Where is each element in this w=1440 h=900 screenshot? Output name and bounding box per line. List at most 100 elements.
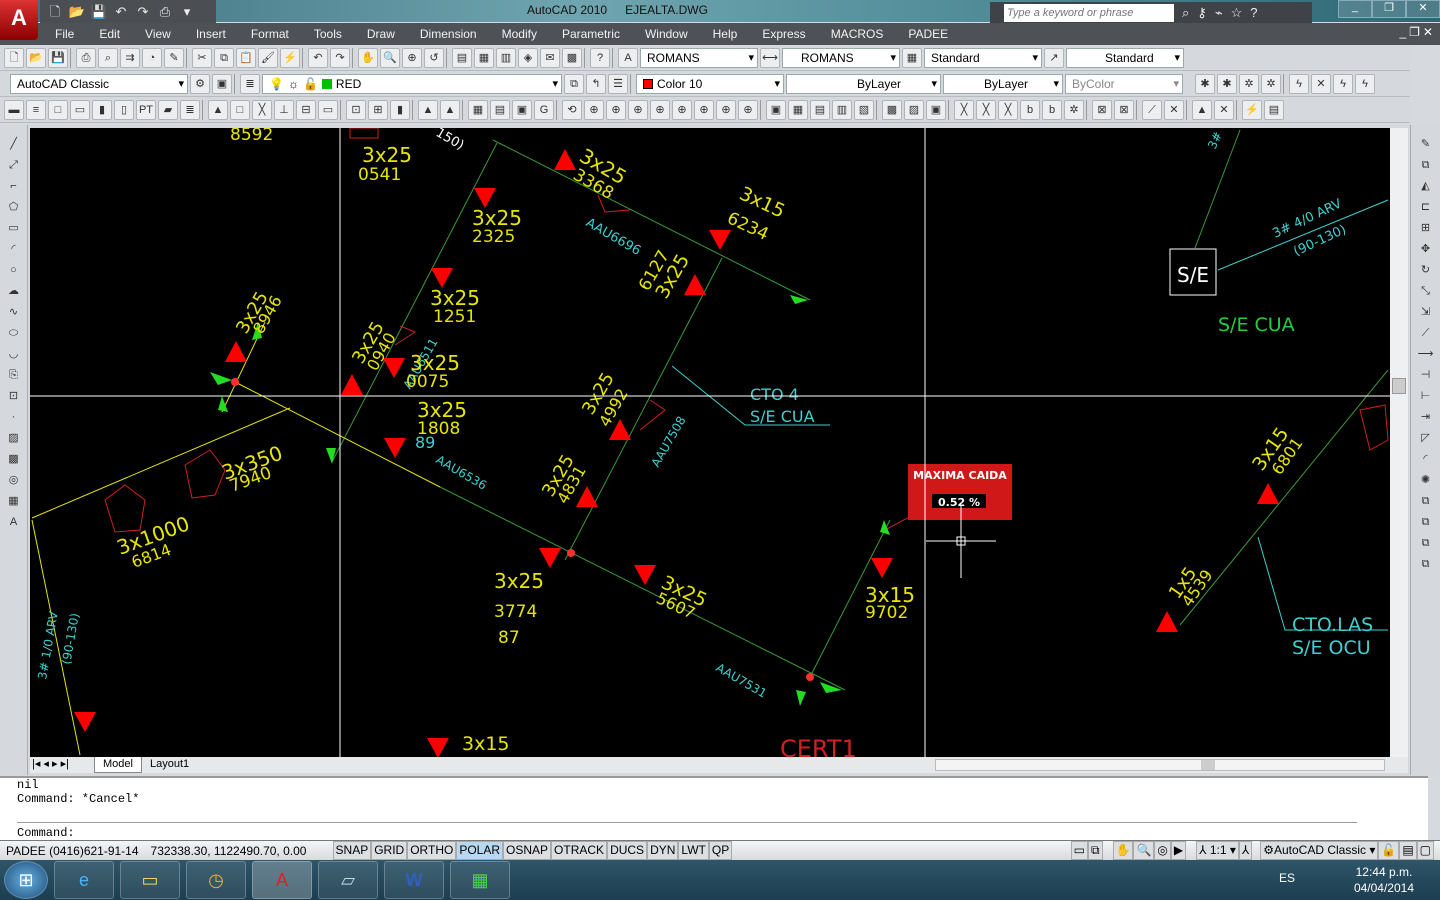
relay-b-icon[interactable]: ✕ bbox=[1311, 73, 1331, 94]
command-line-input[interactable]: Command: bbox=[17, 822, 1357, 840]
star-icon[interactable]: ☆ bbox=[1231, 5, 1243, 21]
toggle-ducs[interactable]: DUCS bbox=[607, 841, 648, 860]
block-c-icon[interactable]: ✲ bbox=[1239, 73, 1259, 94]
zoom-1-icon[interactable]: ⊕ bbox=[584, 99, 604, 120]
redo-icon[interactable]: ↷ bbox=[330, 47, 350, 68]
r3-25-icon[interactable]: ⟲ bbox=[562, 99, 582, 120]
file-explorer-icon[interactable]: ▭ bbox=[120, 861, 180, 899]
tab-navigation-arrows[interactable]: |◂ ◂ ▸ ▸| bbox=[32, 757, 69, 770]
menu-insert[interactable]: Insert bbox=[196, 27, 226, 41]
properties-icon[interactable]: ▤ bbox=[452, 47, 472, 68]
layer-freeze-icon[interactable]: ☼ bbox=[288, 75, 299, 93]
block-b-icon[interactable]: ✱ bbox=[1217, 73, 1237, 94]
workspace-settings-icon[interactable]: ⚙ bbox=[190, 73, 210, 94]
open-icon[interactable]: 📂 bbox=[26, 47, 46, 68]
relay-c-icon[interactable]: ϟ bbox=[1333, 73, 1353, 94]
print-icon[interactable]: ⎙ bbox=[156, 4, 174, 20]
pan-icon[interactable]: ✋ bbox=[1112, 841, 1134, 860]
trim-icon[interactable]: ⟋ bbox=[1416, 324, 1436, 343]
draworder-2-icon[interactable]: ⧉ bbox=[1416, 513, 1436, 532]
copy-icon[interactable]: ⧉ bbox=[214, 47, 234, 68]
rotate-icon[interactable]: ↻ bbox=[1416, 261, 1436, 280]
drawing-window-controls[interactable]: _❐✕ bbox=[1400, 25, 1437, 39]
zoom-7-icon[interactable]: ⊕ bbox=[716, 99, 736, 120]
r3-46-icon[interactable]: ⚡ bbox=[1242, 99, 1262, 120]
r3-18-icon[interactable]: ▮ bbox=[390, 99, 410, 120]
r3-41-icon[interactable]: ⊠ bbox=[1114, 99, 1134, 120]
annotation-scale[interactable]: ⅄ 1:1 ▾ bbox=[1196, 841, 1239, 860]
spline-icon[interactable]: ∿ bbox=[4, 303, 24, 322]
zoom-5-icon[interactable]: ⊕ bbox=[672, 99, 692, 120]
sheet-set-manager-icon[interactable]: ◈ bbox=[518, 47, 538, 68]
drawing-svg[interactable]: 85923x250541150)3x253368 3x156234AAU66963… bbox=[30, 128, 1390, 757]
r3-35-icon[interactable]: ╳ bbox=[976, 99, 996, 120]
redo-icon[interactable]: ↷ bbox=[134, 4, 152, 20]
menu-express[interactable]: Express bbox=[762, 27, 805, 41]
toggle-qp[interactable]: QP bbox=[708, 841, 733, 860]
r3-26-icon[interactable]: ▣ bbox=[766, 99, 786, 120]
menu-macros[interactable]: MACROS bbox=[831, 27, 884, 41]
zoom-4-icon[interactable]: ⊕ bbox=[650, 99, 670, 120]
mleader-style-icon[interactable]: ↗ bbox=[1044, 47, 1064, 68]
steering-wheel-icon[interactable]: ◎ bbox=[1154, 841, 1171, 860]
zoom-window-icon[interactable]: ⊕ bbox=[402, 47, 422, 68]
ellipse-icon[interactable]: ⬭ bbox=[4, 324, 24, 343]
r3-30-icon[interactable]: ▧ bbox=[854, 99, 874, 120]
break-at-point-icon[interactable]: ⊣ bbox=[1416, 366, 1436, 385]
r3-5-icon[interactable]: ▮ bbox=[92, 99, 112, 120]
r3-27-icon[interactable]: ▦ bbox=[788, 99, 808, 120]
zoom-3-icon[interactable]: ⊕ bbox=[628, 99, 648, 120]
new-icon[interactable]: 🗋 bbox=[46, 4, 64, 20]
r3-33-icon[interactable]: ▣ bbox=[926, 99, 946, 120]
region-icon[interactable]: ◎ bbox=[4, 471, 24, 490]
clean-screen-icon[interactable]: ▣ bbox=[212, 73, 232, 94]
publish-icon[interactable]: ⇉ bbox=[120, 47, 140, 68]
construction-line-icon[interactable]: ⤢ bbox=[4, 156, 24, 175]
r3-3-icon[interactable]: □ bbox=[48, 99, 68, 120]
tool-palettes-icon[interactable]: ▥ bbox=[496, 47, 516, 68]
r3-2-icon[interactable]: ≡ bbox=[26, 99, 46, 120]
color-combo[interactable]: Color 10 bbox=[636, 73, 784, 94]
hatch-icon[interactable]: ▨ bbox=[4, 429, 24, 448]
mleader-style-combo[interactable]: Standard bbox=[1066, 47, 1184, 68]
match-properties-icon[interactable]: 🖌 bbox=[258, 47, 278, 68]
toggle-lwt[interactable]: LWT bbox=[678, 841, 709, 860]
point-icon[interactable]: · bbox=[4, 408, 24, 427]
table-icon[interactable]: ▦ bbox=[4, 492, 24, 511]
dim-style-icon[interactable]: ⟷ bbox=[760, 47, 780, 68]
multiline-text-icon[interactable]: A bbox=[4, 513, 24, 532]
markup-icon[interactable]: ✉ bbox=[540, 47, 560, 68]
move-icon[interactable]: ✥ bbox=[1416, 240, 1436, 259]
annotation-visibility-icon[interactable]: ⅄ bbox=[1238, 841, 1253, 860]
workspace-switch[interactable]: ⚙AutoCAD Classic ▾ bbox=[1260, 841, 1379, 860]
search-input[interactable] bbox=[1004, 3, 1174, 22]
system-clock[interactable]: 12:44 p.m. 04/04/2014 bbox=[1354, 864, 1414, 896]
block-editor-icon[interactable]: ⚡ bbox=[280, 47, 300, 68]
r3-44-icon[interactable]: ▲ bbox=[1192, 99, 1212, 120]
satellite-icon[interactable]: ⌁ bbox=[1215, 5, 1223, 21]
drawing-canvas[interactable]: 8592 3x25 0541 150) 3x25 3368 3x15 6234 AAU6696 3… bbox=[30, 128, 1390, 757]
r3-8-icon[interactable]: ▰ bbox=[158, 99, 178, 120]
erase-icon[interactable]: ✎ bbox=[1416, 135, 1436, 154]
polygon-icon[interactable]: ⬠ bbox=[4, 198, 24, 217]
vertical-scrollbar[interactable] bbox=[1390, 128, 1408, 757]
cut-icon[interactable]: ✂ bbox=[192, 47, 212, 68]
quick-view-icon[interactable]: ⧉ bbox=[1087, 841, 1103, 860]
3d-dwf-icon[interactable]: ◔ bbox=[142, 47, 162, 68]
r3-1-icon[interactable]: ▬ bbox=[4, 99, 24, 120]
r3-45-icon[interactable]: ✕ bbox=[1214, 99, 1234, 120]
key-icon[interactable]: ⚷ bbox=[1197, 5, 1207, 21]
scale-icon[interactable]: ⤡ bbox=[1416, 282, 1436, 301]
autocad-taskbar-icon[interactable]: A bbox=[252, 861, 312, 899]
r3-38-icon[interactable]: b bbox=[1042, 99, 1062, 120]
outlook-icon[interactable]: ◷ bbox=[186, 861, 246, 899]
toggle-grid[interactable]: GRID bbox=[371, 841, 408, 860]
layer-properties-icon[interactable]: ≣ bbox=[240, 73, 260, 94]
text-style-icon[interactable]: A bbox=[618, 47, 638, 68]
menu-window[interactable]: Window bbox=[645, 27, 688, 41]
toggle-osnap[interactable]: OSNAP bbox=[503, 841, 552, 860]
toggle-dyn[interactable]: DYN bbox=[647, 841, 679, 860]
linetype-combo[interactable]: ByLayer bbox=[786, 73, 941, 94]
zoom-8-icon[interactable]: ⊕ bbox=[738, 99, 758, 120]
r3-34-icon[interactable]: ╳ bbox=[954, 99, 974, 120]
